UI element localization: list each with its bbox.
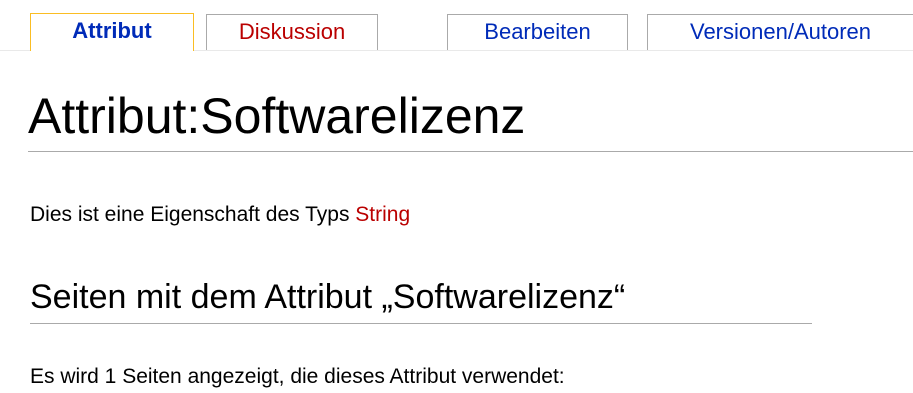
title-divider	[28, 151, 913, 152]
page-tabs: Attribut Diskussion Bearbeiten Versionen…	[0, 0, 913, 56]
tab-diskussion[interactable]: Diskussion	[206, 14, 378, 50]
tab-bearbeiten[interactable]: Bearbeiten	[447, 14, 628, 50]
property-type-text: Dies ist eine Eigenschaft des Typs	[30, 203, 356, 226]
pages-count-text: Es wird 1 Seiten angezeigt, die dieses A…	[30, 365, 565, 388]
tab-versionen-autoren[interactable]: Versionen/Autoren	[647, 14, 913, 50]
property-type-line: Dies ist eine Eigenschaft des Typs Strin…	[30, 202, 410, 228]
tab-attribut[interactable]: Attribut	[30, 13, 194, 51]
section-heading: Seiten mit dem Attribut „Softwarelizenz“	[30, 278, 626, 316]
page-title: Attribut:Softwarelizenz	[28, 88, 526, 144]
section-divider	[30, 323, 812, 324]
type-string-link[interactable]: String	[355, 203, 410, 226]
